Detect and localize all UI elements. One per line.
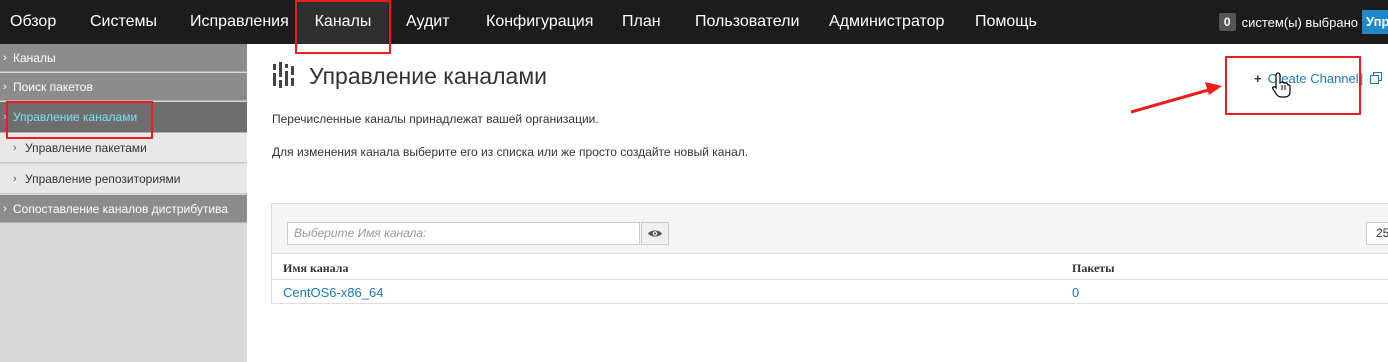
channels-table-panel: Выберите Имя канала: 25 Имя канала Пакет… <box>271 203 1388 304</box>
sidebar-item-distribution-mapping[interactable]: › Сопоставление каналов дистрибутива <box>0 195 247 223</box>
page: Обзор Системы Исправления Каналы Аудит К… <box>0 0 1388 362</box>
column-header-packages[interactable]: Пакеты <box>1072 261 1115 276</box>
sidebar-item-label: Сопоставление каналов дистрибутива <box>13 202 228 216</box>
annotation-box-channels-tab <box>295 0 391 54</box>
channel-filter-input[interactable]: Выберите Имя канала: <box>287 222 640 245</box>
selected-count-badge: 0 <box>1218 13 1236 31</box>
intro-text-2: Для изменения канала выберите его из спи… <box>272 145 749 159</box>
nav-systems[interactable]: Системы <box>90 0 157 44</box>
chevron-right-icon: › <box>13 173 17 185</box>
selected-systems-label: систем(ы) выбрано <box>1241 14 1358 30</box>
sidebar-item-package-search[interactable]: › Поиск пакетов <box>0 73 247 101</box>
column-header-channel-name[interactable]: Имя канала <box>283 261 348 276</box>
channel-name-link[interactable]: CentOS6-x86_64 <box>283 285 383 300</box>
page-title: Управление каналами <box>309 63 547 89</box>
eye-icon <box>648 230 662 237</box>
nav-admin[interactable]: Администратор <box>829 0 944 44</box>
sidebar-item-label: Каналы <box>13 51 56 65</box>
chevron-right-icon: › <box>3 52 7 64</box>
chevron-right-icon: › <box>3 81 7 93</box>
annotation-box-create-channel <box>1225 56 1361 115</box>
page-size-select[interactable]: 25 <box>1366 222 1388 245</box>
sidebar-item-label: Управление репозиториями <box>25 172 181 186</box>
manage-systems-button[interactable]: Упр <box>1362 10 1388 34</box>
annotation-box-manage-channels <box>6 101 153 139</box>
chevron-right-icon: › <box>3 203 7 215</box>
sidebar-item-label: Поиск пакетов <box>13 80 93 94</box>
filter-button[interactable] <box>641 222 669 245</box>
nav-audit[interactable]: Аудит <box>406 0 450 44</box>
sidebar-item-manage-repositories[interactable]: › Управление репозиториями <box>0 164 247 194</box>
nav-errata[interactable]: Исправления <box>190 0 289 44</box>
table-toolbar: Выберите Имя канала: 25 <box>272 204 1388 254</box>
table-divider <box>272 279 1388 280</box>
nav-help[interactable]: Помощь <box>975 0 1037 44</box>
nav-configuration[interactable]: Конфигурация <box>486 0 593 44</box>
packages-count-link[interactable]: 0 <box>1072 285 1079 300</box>
sidebar-item-label: Управление пакетами <box>25 141 147 155</box>
copy-icon[interactable] <box>1370 72 1383 84</box>
channels-icon <box>272 62 295 88</box>
sidebar-item-channels[interactable]: › Каналы <box>0 44 247 72</box>
nav-users[interactable]: Пользователи <box>695 0 799 44</box>
nav-schedule[interactable]: План <box>622 0 661 44</box>
nav-overview[interactable]: Обзор <box>10 0 56 44</box>
toolbar-separator: | <box>1360 71 1383 86</box>
top-nav: Обзор Системы Исправления Каналы Аудит К… <box>0 0 1388 44</box>
system-selection: 0 систем(ы) выбрано Упр <box>1218 0 1388 44</box>
intro-text-1: Перечисленные каналы принадлежат вашей о… <box>272 112 599 126</box>
sidebar: › Каналы › Поиск пакетов › Управление ка… <box>0 44 247 362</box>
